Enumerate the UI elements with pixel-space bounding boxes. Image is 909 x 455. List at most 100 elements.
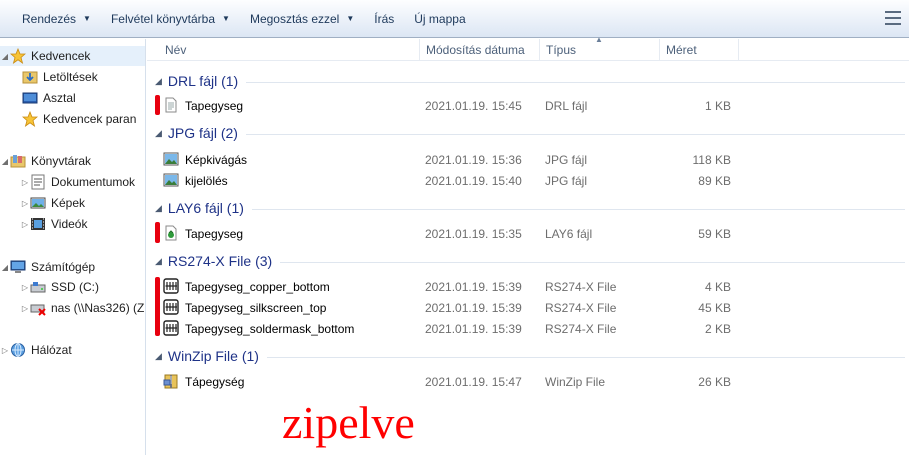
nav-downloads-label: Letöltések bbox=[43, 70, 98, 84]
file-row[interactable]: Tapegyseg 2021.01.19. 15:35 LAY6 fájl 59… bbox=[163, 223, 743, 244]
file-size: 89 KB bbox=[698, 174, 731, 188]
nav-nas-label: nas (\\Nas326) (Z bbox=[51, 301, 145, 315]
image-file-icon bbox=[163, 151, 179, 167]
column-header-modified[interactable]: Módosítás dátuma bbox=[419, 39, 539, 61]
file-row[interactable]: Tapegyseg_silkscreen_top 2021.01.19. 15:… bbox=[163, 297, 743, 318]
file-row[interactable]: Tápegység 2021.01.19. 15:47 WinZip File … bbox=[163, 371, 743, 392]
expanded-arrow-icon[interactable]: ◢ bbox=[0, 52, 10, 61]
gerber-file-icon bbox=[163, 278, 179, 294]
new-folder-button[interactable]: Új mappa bbox=[404, 6, 475, 32]
file-size: 26 KB bbox=[698, 375, 731, 389]
file-type: DRL fájl bbox=[545, 99, 588, 113]
expanded-arrow-icon[interactable]: ◢ bbox=[0, 157, 10, 166]
file-date: 2021.01.19. 15:47 bbox=[425, 375, 522, 389]
collapsed-arrow-icon[interactable]: ▷ bbox=[20, 178, 30, 187]
nav-computer[interactable]: ◢ Számítógép bbox=[0, 257, 95, 277]
file-row[interactable]: kijelölés 2021.01.19. 15:40 JPG fájl 89 … bbox=[163, 170, 743, 191]
column-size-label: Méret bbox=[666, 43, 697, 57]
file-name: Tapegyseg_soldermask_bottom bbox=[185, 322, 355, 336]
gerber-file-icon bbox=[163, 320, 179, 336]
nav-favorites[interactable]: ◢ Kedvencek bbox=[0, 46, 145, 66]
group-label: JPG fájl (2) bbox=[167, 125, 238, 141]
write-button[interactable]: Írás bbox=[364, 6, 404, 32]
column-header-name[interactable]: Név bbox=[159, 39, 419, 61]
burn-to-library-button[interactable]: Felvétel könyvtárba ▼ bbox=[101, 6, 240, 32]
column-type-label: Típus bbox=[546, 43, 577, 57]
nav-network[interactable]: ▷ Hálózat bbox=[0, 340, 72, 360]
nav-ssd-drive[interactable]: ▷ SSD (C:) bbox=[20, 277, 99, 297]
group-header-jpg[interactable]: ◢ JPG fájl (2) bbox=[155, 122, 905, 144]
videos-icon bbox=[30, 216, 46, 232]
nav-documents-label: Dokumentumok bbox=[51, 175, 136, 189]
group-header-rs274x[interactable]: ◢ RS274-X File (3) bbox=[155, 250, 905, 272]
highlight-mark bbox=[155, 222, 160, 243]
group-collapse-icon[interactable]: ◢ bbox=[155, 351, 162, 362]
file-row[interactable]: Képkivágás 2021.01.19. 15:36 JPG fájl 11… bbox=[163, 149, 743, 170]
burn-label: Felvétel könyvtárba bbox=[110, 11, 216, 26]
highlight-mark bbox=[155, 277, 160, 336]
nav-network-drive[interactable]: ▷ nas (\\Nas326) (Z bbox=[20, 298, 144, 318]
nav-libraries[interactable]: ◢ Könyvtárak bbox=[0, 151, 91, 171]
nav-favorites-label: Kedvencek bbox=[31, 49, 91, 63]
share-with-button[interactable]: Megosztás ezzel ▼ bbox=[240, 6, 364, 32]
file-date: 2021.01.19. 15:39 bbox=[425, 301, 522, 315]
new-folder-label: Új mappa bbox=[414, 11, 466, 26]
nav-pictures[interactable]: ▷ Képek bbox=[20, 193, 85, 213]
file-type: LAY6 fájl bbox=[545, 227, 593, 241]
column-name-label: Név bbox=[165, 43, 187, 57]
file-type: JPG fájl bbox=[545, 174, 588, 188]
group-label: WinZip File (1) bbox=[167, 348, 259, 364]
group-collapse-icon[interactable]: ◢ bbox=[155, 203, 162, 214]
group-collapse-icon[interactable]: ◢ bbox=[155, 128, 162, 139]
file-type: RS274-X File bbox=[545, 322, 617, 336]
file-list-pane: Név Módosítás dátuma Típus ▲ Méret ◢ DRL… bbox=[147, 35, 909, 455]
nav-desktop[interactable]: Asztal bbox=[22, 88, 76, 108]
group-header-winzip[interactable]: ◢ WinZip File (1) bbox=[155, 345, 905, 367]
chevron-down-icon: ▼ bbox=[346, 14, 355, 23]
nav-recent-label: Kedvencek paran bbox=[43, 112, 137, 126]
document-icon bbox=[163, 97, 179, 113]
group-header-drl[interactable]: ◢ DRL fájl (1) bbox=[155, 70, 905, 92]
file-date: 2021.01.19. 15:45 bbox=[425, 99, 522, 113]
expanded-arrow-icon[interactable]: ◢ bbox=[0, 263, 10, 272]
file-row[interactable]: Tapegyseg_copper_bottom 2021.01.19. 15:3… bbox=[163, 276, 743, 297]
nav-downloads[interactable]: Letöltések bbox=[22, 67, 98, 87]
file-size: 1 KB bbox=[704, 99, 731, 113]
nav-network-label: Hálózat bbox=[31, 343, 72, 357]
file-date: 2021.01.19. 15:35 bbox=[425, 227, 522, 241]
group-collapse-icon[interactable]: ◢ bbox=[155, 256, 162, 267]
file-date: 2021.01.19. 15:40 bbox=[425, 174, 522, 188]
file-name: Képkivágás bbox=[185, 153, 248, 167]
group-collapse-icon[interactable]: ◢ bbox=[155, 76, 162, 87]
command-bar: Rendezés ▼ Felvétel könyvtárba ▼ Megoszt… bbox=[0, 0, 909, 38]
collapsed-arrow-icon[interactable]: ▷ bbox=[20, 199, 30, 208]
organize-menu-button[interactable]: Rendezés ▼ bbox=[12, 6, 101, 32]
group-label: DRL fájl (1) bbox=[167, 73, 239, 89]
file-row[interactable]: Tapegyseg 2021.01.19. 15:45 DRL fájl 1 K… bbox=[163, 95, 743, 116]
file-size: 59 KB bbox=[698, 227, 731, 241]
file-name: Tápegység bbox=[185, 375, 245, 389]
file-name: kijelölés bbox=[185, 174, 228, 188]
nav-pictures-label: Képek bbox=[51, 196, 86, 210]
file-row[interactable]: Tapegyseg_soldermask_bottom 2021.01.19. … bbox=[163, 318, 743, 339]
file-type: RS274-X File bbox=[545, 280, 617, 294]
chevron-down-icon: ▼ bbox=[83, 14, 91, 23]
nav-recent-places[interactable]: Kedvencek paran bbox=[22, 109, 136, 129]
view-options-icon[interactable] bbox=[885, 11, 901, 25]
chevron-down-icon: ▼ bbox=[222, 14, 230, 23]
desktop-icon bbox=[22, 90, 38, 106]
collapsed-arrow-icon[interactable]: ▷ bbox=[20, 304, 30, 313]
column-header-size[interactable]: Méret bbox=[659, 39, 739, 61]
file-date: 2021.01.19. 15:39 bbox=[425, 280, 522, 294]
pictures-icon bbox=[30, 195, 46, 211]
hard-drive-icon bbox=[30, 279, 46, 295]
annotation-text: zipelve bbox=[282, 397, 415, 448]
nav-videos[interactable]: ▷ Videók bbox=[20, 214, 88, 234]
collapsed-arrow-icon[interactable]: ▷ bbox=[20, 220, 30, 229]
column-header-bar: Név Módosítás dátuma Típus ▲ Méret bbox=[147, 35, 909, 61]
computer-icon bbox=[10, 259, 26, 275]
collapsed-arrow-icon[interactable]: ▷ bbox=[0, 346, 10, 355]
group-header-lay6[interactable]: ◢ LAY6 fájl (1) bbox=[155, 197, 905, 219]
collapsed-arrow-icon[interactable]: ▷ bbox=[20, 283, 30, 292]
nav-documents[interactable]: ▷ Dokumentumok bbox=[20, 172, 135, 192]
